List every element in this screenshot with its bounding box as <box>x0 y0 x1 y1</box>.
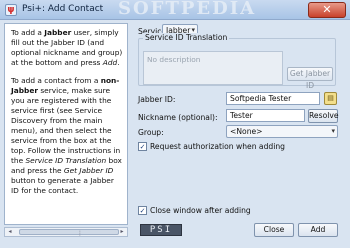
window-title: Psi+: Add Contact <box>22 4 104 14</box>
instructions-panel: To add a Jabber user, simply fill out th… <box>4 23 128 225</box>
instructions-paragraph-2: To add a contact from a non-Jabber servi… <box>11 76 122 195</box>
psi-app-icon: ψ <box>5 4 17 16</box>
instructions-paragraph-1: To add a Jabber user, simply fill out th… <box>11 28 123 67</box>
description-field[interactable]: No description <box>143 51 283 85</box>
instructions-scrollbar[interactable]: ◂ ⋮ ▸ <box>4 227 128 237</box>
psi-logo: PSI <box>140 224 182 236</box>
jabber-id-label: Jabber ID: <box>138 95 176 104</box>
group-select[interactable]: <None> ▾ <box>226 125 338 138</box>
close-button[interactable]: Close <box>254 223 294 237</box>
grip-icon: ⋮ <box>77 230 83 237</box>
get-jabber-id-button[interactable]: Get Jabber ID <box>287 67 333 90</box>
title-bar[interactable]: ψ Psi+: Add Contact SOFTPEDIA ✕ <box>0 0 350 20</box>
scroll-left-icon[interactable]: ◂ <box>5 228 15 236</box>
service-id-translation-group: Service ID Translation No description Ge… <box>138 33 336 90</box>
resolve-button[interactable]: Resolve <box>308 109 339 123</box>
close-after-checkbox[interactable]: ✓ <box>138 206 147 215</box>
request-auth-label: Request authorization when adding <box>150 142 285 151</box>
nickname-input[interactable]: Tester <box>226 109 305 122</box>
close-after-label: Close window after adding <box>150 206 251 215</box>
request-auth-checkbox[interactable]: ✓ <box>138 142 147 151</box>
group-label: Group: <box>138 128 164 137</box>
window-close-button[interactable]: ✕ <box>308 2 346 18</box>
chevron-down-icon: ▾ <box>331 127 335 135</box>
watermark: SOFTPEDIA <box>118 0 257 19</box>
group-value: <None> <box>230 127 263 136</box>
scroll-right-icon[interactable]: ▸ <box>117 228 127 236</box>
browse-icon[interactable]: ▤ <box>324 92 337 105</box>
jabber-id-input[interactable]: Softpedia Tester <box>226 92 320 105</box>
scrollbar-thumb[interactable]: ⋮ <box>19 229 119 237</box>
group-title: Service ID Translation <box>143 33 230 42</box>
nickname-label: Nickname (optional): <box>138 113 218 122</box>
add-button[interactable]: Add <box>298 223 338 237</box>
